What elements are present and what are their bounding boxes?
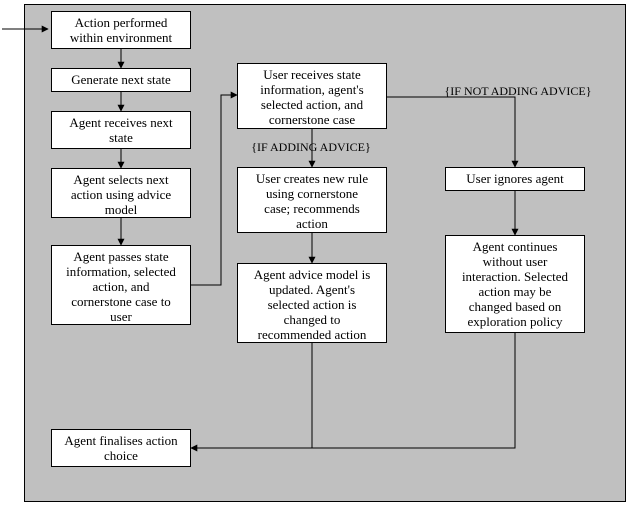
diagram-panel: Action performedwithin environment Gener… bbox=[24, 4, 626, 502]
flow-arrows bbox=[25, 5, 625, 501]
entry-arrow bbox=[0, 16, 30, 46]
